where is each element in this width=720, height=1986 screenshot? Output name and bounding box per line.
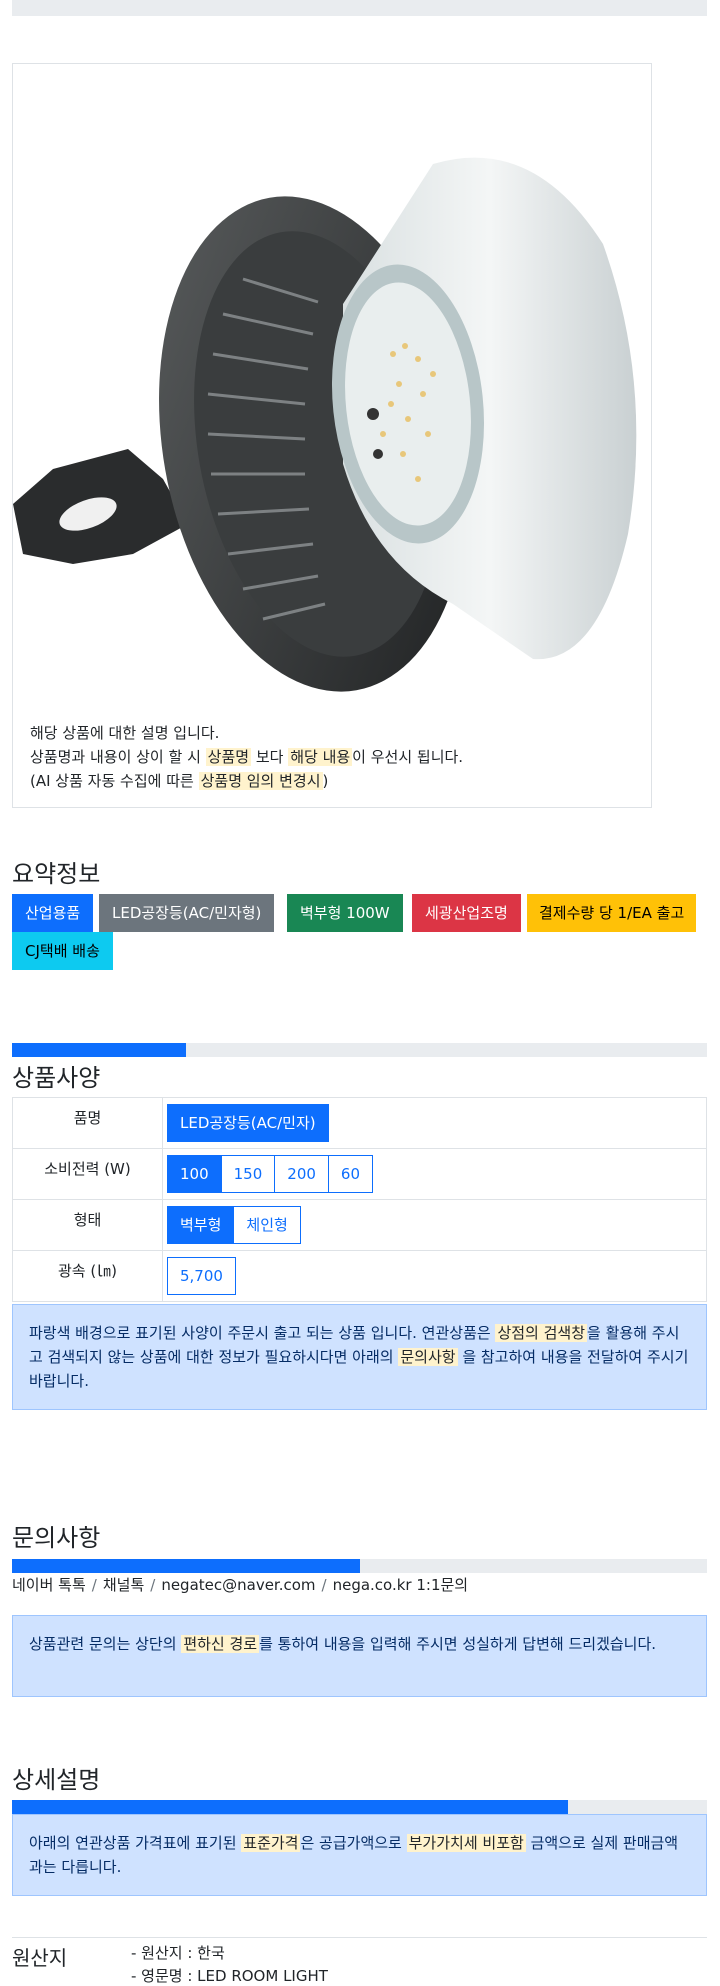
notice-highlight-inquiry: 문의사항 — [398, 1348, 458, 1366]
spec-option[interactable]: 체인형 — [233, 1206, 301, 1244]
detail-progress-bar — [12, 1800, 707, 1814]
top-divider-strip — [12, 0, 707, 16]
note-line-2: 상품명과 내용이 상이 할 시 상품명 보다 해당 내용 이 우선시 됩니다. — [30, 748, 464, 766]
note-line-1: 해당 상품에 대한 설명 입니다. — [30, 724, 220, 742]
spec-row-form: 형태 벽부형 체인형 — [12, 1199, 707, 1251]
inquiry-title: 문의사항 — [12, 1524, 101, 1552]
spec-option-selected[interactable]: 벽부형 — [167, 1206, 235, 1244]
inquiry-link-email[interactable]: negatec@naver.com — [161, 1576, 315, 1594]
product-description-note: 해당 상품에 대한 설명 입니다. 상품명과 내용이 상이 할 시 상품명 보다… — [30, 721, 640, 793]
notice-highlight-price: 표준가격 — [241, 1834, 301, 1852]
inquiry-progress-bar — [12, 1559, 707, 1573]
notice-highlight-vat: 부가가치세 비포함 — [406, 1834, 526, 1852]
spec-option-selected[interactable]: LED공장등(AC/민자) — [167, 1104, 329, 1142]
note-highlight-content: 해당 내용 — [288, 748, 353, 766]
breadcrumb-separator: / — [91, 1576, 97, 1594]
badge-delivery: CJ택배 배송 — [12, 932, 113, 970]
origin-label: 원산지 — [12, 1946, 68, 1970]
inquiry-links: 네이버 톡톡 / 채널톡 / negatec@naver.com / nega.co.kr … — [12, 1574, 468, 1595]
origin-divider — [12, 1937, 707, 1938]
spec-row-power: 소비전력 (W) 100 150 200 60 — [12, 1148, 707, 1200]
summary-badges: 산업용품 LED공장등(AC/민자형) 벽부형 100W 세광산업조명 결제수량… — [12, 894, 708, 974]
product-photo — [13, 157, 637, 692]
spec-label: 형태 — [12, 1199, 163, 1251]
note-line-3: (AI 상품 자동 수집에 따른 상품명 임의 변경시) — [30, 772, 329, 790]
inquiry-link-channel-talk[interactable]: 채널톡 — [103, 1576, 144, 1594]
notice-highlight-search: 상점의 검색창 — [495, 1324, 588, 1342]
spec-row-name: 품명 LED공장등(AC/민자) — [12, 1097, 707, 1149]
inquiry-link-naver-talk[interactable]: 네이버 톡톡 — [12, 1576, 86, 1594]
note-highlight-product-name: 상품명 — [205, 748, 252, 766]
spec-option[interactable]: 5,700 — [167, 1257, 236, 1295]
spec-progress-bar — [12, 1043, 707, 1057]
notice-highlight-route: 편하신 경로 — [181, 1635, 260, 1653]
badge-category: 산업용품 — [12, 894, 94, 932]
spec-title: 상품사양 — [12, 1064, 101, 1092]
spec-label: 광속 (㏐) — [12, 1250, 163, 1302]
spec-label: 소비전력 (W) — [12, 1148, 163, 1200]
badge-product-type: LED공장등(AC/민자형) — [99, 894, 275, 932]
detail-notice: 아래의 연관상품 가격표에 표기된 표준가격 은 공급가액으로 부가가치세 비포함… — [12, 1814, 707, 1896]
spec-table: 품명 LED공장등(AC/민자) 소비전력 (W) 100 150 200 60 형태… — [12, 1097, 707, 1302]
badge-shipping-quantity: 결제수량 당 1/EA 출고 — [527, 894, 697, 932]
spec-option-selected[interactable]: 100 — [167, 1155, 222, 1193]
spec-option[interactable]: 150 — [220, 1155, 276, 1193]
inquiry-progress-fill — [12, 1559, 360, 1573]
spec-option[interactable]: 60 — [327, 1155, 374, 1193]
detail-title: 상세설명 — [12, 1766, 101, 1794]
detail-progress-fill — [12, 1800, 568, 1814]
spec-option[interactable]: 200 — [274, 1155, 329, 1193]
spec-notice: 파랑색 배경으로 표기된 사양이 주문시 출고 되는 상품 입니다. 연관상품은… — [12, 1304, 707, 1410]
origin-english-name: - 영문명 : LED ROOM LIGHT — [131, 1967, 328, 1985]
badge-manufacturer: 세광산업조명 — [412, 894, 521, 932]
badge-spec: 벽부형 100W — [287, 894, 403, 932]
breadcrumb-separator: / — [150, 1576, 156, 1594]
spec-label: 품명 — [12, 1097, 163, 1149]
inquiry-notice: 상품관련 문의는 상단의 편하신 경로 를 통하여 내용을 입력해 주시면 성실하… — [12, 1615, 707, 1697]
origin-details: - 원산지 : 한국 - 영문명 : LED ROOM LIGHT — [131, 1942, 328, 1986]
summary-title: 요약정보 — [12, 860, 101, 888]
breadcrumb-separator: / — [321, 1576, 327, 1594]
product-image-box: 해당 상품에 대한 설명 입니다. 상품명과 내용이 상이 할 시 상품명 보다… — [12, 63, 652, 808]
spec-row-flux: 광속 (㏐) 5,700 — [12, 1250, 707, 1302]
inquiry-link-site[interactable]: nega.co.kr 1:1문의 — [333, 1576, 469, 1594]
origin-country: - 원산지 : 한국 — [131, 1944, 225, 1962]
spec-progress-fill — [12, 1043, 186, 1057]
note-highlight-rename: 상품명 임의 변경시 — [198, 772, 323, 790]
